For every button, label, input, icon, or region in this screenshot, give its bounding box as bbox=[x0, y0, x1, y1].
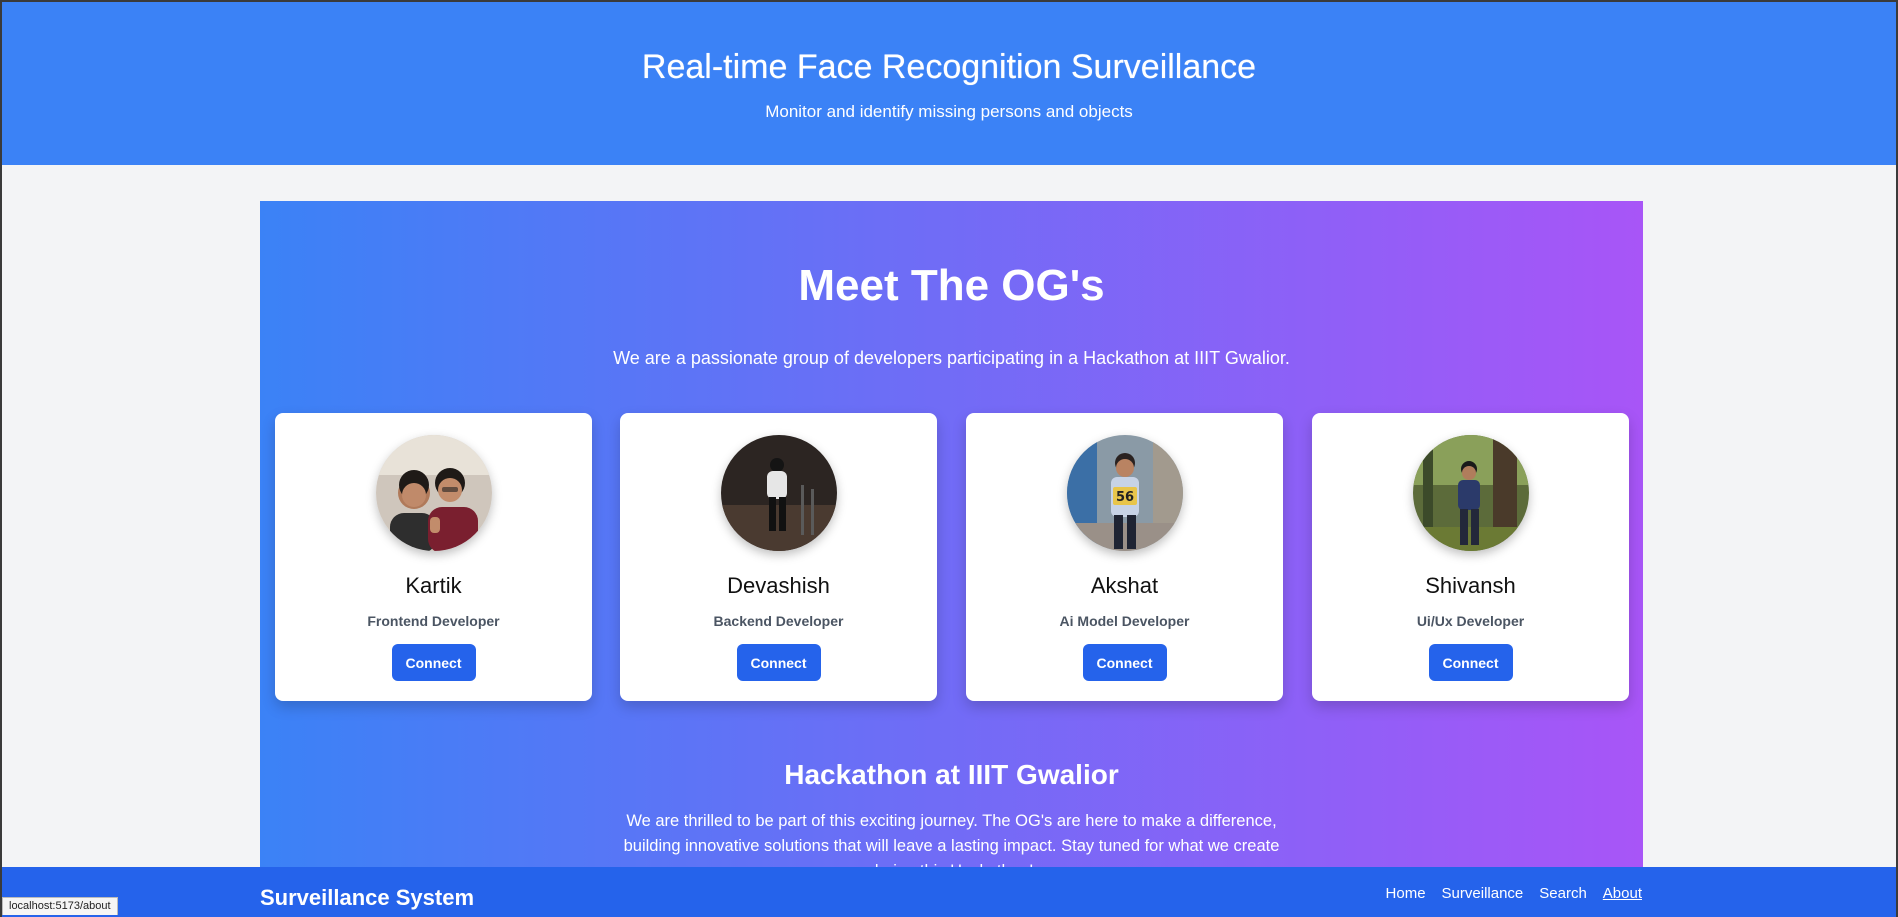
member-role: Ui/Ux Developer bbox=[1416, 613, 1525, 629]
connect-button[interactable]: Connect bbox=[736, 644, 821, 681]
browser-status-url: localhost:5173/about bbox=[2, 897, 118, 915]
member-name: Shivansh bbox=[1425, 573, 1516, 598]
avatar: 56 bbox=[1066, 435, 1183, 551]
member-role: Backend Developer bbox=[713, 613, 844, 629]
nav-link-about[interactable]: About bbox=[1603, 885, 1642, 902]
connect-button[interactable]: Connect bbox=[1082, 644, 1167, 681]
member-name: Akshat bbox=[1090, 573, 1159, 598]
bottom-navbar: Surveillance System Home Surveillance Se… bbox=[2, 867, 1896, 917]
main-nav: Home Surveillance Search About bbox=[1386, 885, 1642, 902]
nav-link-home[interactable]: Home bbox=[1386, 885, 1426, 902]
svg-text:56: 56 bbox=[1115, 490, 1133, 505]
member-card-shivansh: Shivansh Ui/Ux Developer Connect bbox=[1312, 413, 1629, 701]
connect-button[interactable]: Connect bbox=[391, 644, 476, 681]
member-card-akshat: 56 Akshat Ai Model Developer Connect bbox=[966, 413, 1283, 701]
page-header: Real-time Face Recognition Surveillance … bbox=[2, 2, 1896, 165]
connect-button[interactable]: Connect bbox=[1428, 644, 1513, 681]
avatar bbox=[720, 435, 837, 551]
hackathon-heading: Hackathon at IIIT Gwalior bbox=[784, 759, 1119, 790]
member-card-devashish: Devashish Backend Developer Connect bbox=[620, 413, 937, 701]
team-heading: Meet The OG's bbox=[798, 261, 1105, 310]
brand-logo[interactable]: Surveillance System bbox=[260, 885, 474, 911]
member-name: Devashish bbox=[727, 573, 830, 598]
team-intro: We are a passionate group of developers … bbox=[613, 348, 1290, 368]
avatar bbox=[1412, 435, 1529, 551]
member-card-kartik: Kartik Frontend Developer Connect bbox=[275, 413, 592, 701]
page-title: Real-time Face Recognition Surveillance bbox=[641, 48, 1257, 86]
member-role: Ai Model Developer bbox=[1059, 613, 1190, 629]
team-section: Meet The OG's We are a passionate group … bbox=[260, 201, 1643, 917]
nav-link-surveillance[interactable]: Surveillance bbox=[1442, 885, 1524, 902]
avatar bbox=[375, 435, 492, 551]
member-name: Kartik bbox=[405, 573, 462, 598]
page-subtitle: Monitor and identify missing persons and… bbox=[765, 102, 1133, 121]
nav-link-search[interactable]: Search bbox=[1539, 885, 1587, 902]
member-role: Frontend Developer bbox=[367, 613, 500, 629]
